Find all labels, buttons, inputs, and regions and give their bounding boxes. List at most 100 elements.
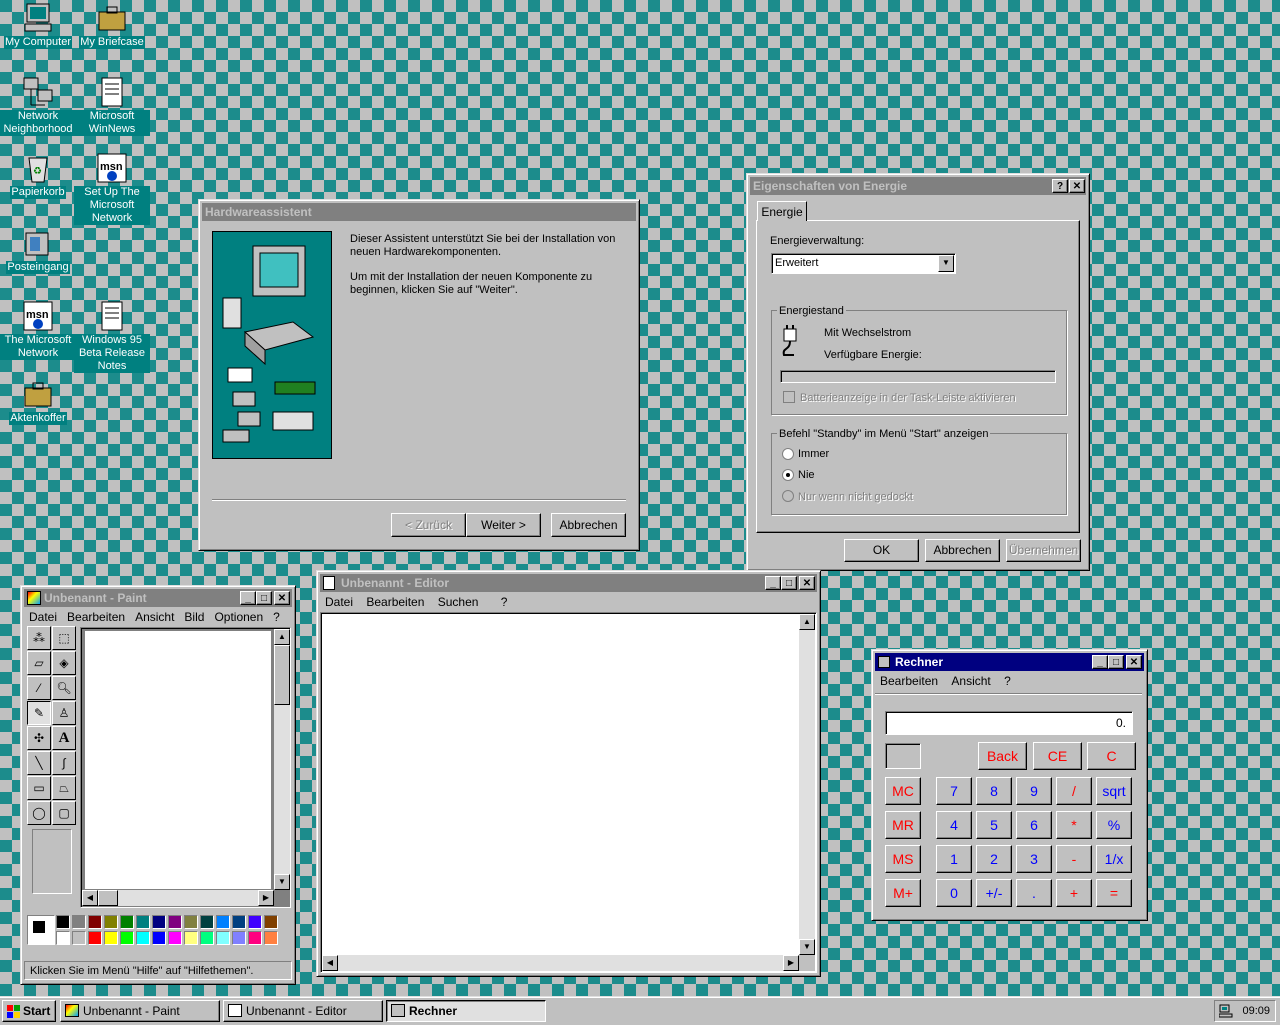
horizontal-scrollbar[interactable]: ◀ ▶ <box>82 890 274 906</box>
magnifier-tool[interactable]: 🔍︎ <box>52 676 76 700</box>
desktop-icon-my-briefcase[interactable]: My Briefcase <box>74 2 150 49</box>
menu-help[interactable]: ? <box>1004 674 1011 688</box>
menu-bearbeiten[interactable]: Bearbeiten <box>880 674 938 688</box>
polygon-tool[interactable]: ⏢ <box>52 776 76 800</box>
eraser-tool[interactable]: ▱ <box>27 651 51 675</box>
tool-options-box[interactable] <box>32 829 72 894</box>
palette-swatch[interactable] <box>216 915 230 929</box>
palette-swatch[interactable] <box>136 931 150 945</box>
zero-button[interactable]: 0 <box>936 879 972 907</box>
pencil-tool[interactable]: ✎ <box>27 701 51 725</box>
nine-button[interactable]: 9 <box>1016 777 1052 805</box>
decimal-button[interactable]: . <box>1016 879 1052 907</box>
rect-select-tool[interactable]: ⬚ <box>52 626 76 650</box>
menu-optionen[interactable]: Optionen <box>214 610 263 624</box>
taskbar-item-editor[interactable]: Unbenannt - Editor <box>223 1000 383 1022</box>
scroll-left-button[interactable]: ◀ <box>82 890 98 906</box>
one-button[interactable]: 1 <box>936 845 972 873</box>
taskbar-item-calculator[interactable]: Rechner <box>386 1000 546 1022</box>
scroll-up-button[interactable]: ▲ <box>274 629 290 645</box>
desktop-icon-my-computer[interactable]: My Computer <box>0 2 76 49</box>
desktop-icon-microsoft-winnews[interactable]: Microsoft WinNews <box>74 76 150 136</box>
vertical-scrollbar[interactable]: ▲ ▼ <box>799 614 815 955</box>
drawing-canvas[interactable] <box>85 631 271 889</box>
window-title[interactable]: Unbenannt - Paint _ □ ✕ <box>24 589 292 607</box>
back-button[interactable]: < Zurück <box>391 513 466 537</box>
current-colors[interactable] <box>27 915 55 945</box>
percent-button[interactable]: % <box>1096 811 1132 839</box>
help-button[interactable]: ? <box>1052 179 1068 193</box>
scroll-right-button[interactable]: ▶ <box>258 890 274 906</box>
maximize-button[interactable]: □ <box>1108 655 1124 669</box>
add-button[interactable]: + <box>1056 879 1092 907</box>
reciprocal-button[interactable]: 1/x <box>1096 845 1132 873</box>
scroll-left-button[interactable]: ◀ <box>322 955 338 971</box>
desktop-icon-setup-msn[interactable]: msn Set Up The Microsoft Network <box>74 152 150 225</box>
menu-datei[interactable]: Datei <box>325 595 353 609</box>
sign-button[interactable]: +/- <box>976 879 1012 907</box>
radio-never[interactable] <box>782 469 794 481</box>
brush-tool[interactable]: ♙ <box>52 701 76 725</box>
start-button[interactable]: Start <box>2 1000 56 1022</box>
curve-tool[interactable]: ∫ <box>52 751 76 775</box>
eight-button[interactable]: 8 <box>976 777 1012 805</box>
palette-swatch[interactable] <box>72 931 86 945</box>
menu-bearbeiten[interactable]: Bearbeiten <box>67 610 125 624</box>
minimize-button[interactable]: _ <box>1092 655 1108 669</box>
window-title[interactable]: Rechner _ □ ✕ <box>875 653 1144 671</box>
menu-help[interactable]: ? <box>501 595 508 609</box>
palette-swatch[interactable] <box>104 931 118 945</box>
next-button[interactable]: Weiter > <box>466 513 541 537</box>
window-title[interactable]: Unbenannt - Editor _ □ ✕ <box>320 574 817 592</box>
palette-swatch[interactable] <box>120 915 134 929</box>
close-button[interactable]: ✕ <box>1069 179 1085 193</box>
rounded-rect-tool[interactable]: ▢ <box>52 801 76 825</box>
palette-swatch[interactable] <box>88 915 102 929</box>
memory-add-button[interactable]: M+ <box>885 879 921 907</box>
seven-button[interactable]: 7 <box>936 777 972 805</box>
sqrt-button[interactable]: sqrt <box>1096 777 1132 805</box>
memory-recall-button[interactable]: MR <box>885 811 921 839</box>
three-button[interactable]: 3 <box>1016 845 1052 873</box>
desktop-icon-papierkorb[interactable]: ♻ Papierkorb <box>0 152 76 199</box>
multiply-button[interactable]: * <box>1056 811 1092 839</box>
palette-swatch[interactable] <box>264 915 278 929</box>
palette-swatch[interactable] <box>152 915 166 929</box>
taskbar-item-paint[interactable]: Unbenannt - Paint <box>60 1000 220 1022</box>
minimize-button[interactable]: _ <box>240 591 256 605</box>
palette-swatch[interactable] <box>248 931 262 945</box>
menu-bild[interactable]: Bild <box>184 610 204 624</box>
six-button[interactable]: 6 <box>1016 811 1052 839</box>
text-tool[interactable]: A <box>52 726 76 750</box>
desktop-icon-aktenkoffer[interactable]: Aktenkoffer <box>0 378 76 425</box>
radio-always[interactable] <box>782 448 794 460</box>
radio-undocked[interactable] <box>782 490 794 502</box>
fill-tool[interactable]: ◈ <box>52 651 76 675</box>
palette-swatch[interactable] <box>104 915 118 929</box>
chevron-down-icon[interactable]: ▼ <box>938 255 954 272</box>
palette-swatch[interactable] <box>184 931 198 945</box>
network-tray-icon[interactable] <box>1218 1004 1233 1018</box>
clear-button[interactable]: C <box>1087 742 1136 770</box>
color-picker-tool[interactable]: ⁄ <box>27 676 51 700</box>
menu-help[interactable]: ? <box>273 610 280 624</box>
close-button[interactable]: ✕ <box>799 576 815 590</box>
maximize-button[interactable]: □ <box>256 591 272 605</box>
menu-suchen[interactable]: Suchen <box>438 595 479 609</box>
five-button[interactable]: 5 <box>976 811 1012 839</box>
apply-button[interactable]: Übernehmen <box>1006 539 1081 562</box>
subtract-button[interactable]: - <box>1056 845 1092 873</box>
palette-swatch[interactable] <box>264 931 278 945</box>
palette-swatch[interactable] <box>232 931 246 945</box>
memory-clear-button[interactable]: MC <box>885 777 921 805</box>
memory-store-button[interactable]: MS <box>885 845 921 873</box>
scroll-right-button[interactable]: ▶ <box>783 955 799 971</box>
clear-entry-button[interactable]: CE <box>1033 742 1082 770</box>
palette-swatch[interactable] <box>232 915 246 929</box>
minimize-button[interactable]: _ <box>765 576 781 590</box>
tab-energie[interactable]: Energie <box>757 201 807 221</box>
text-area[interactable]: ▲ ▼ ◀ ▶ <box>320 612 817 973</box>
palette-swatch[interactable] <box>136 915 150 929</box>
scroll-up-button[interactable]: ▲ <box>799 614 815 630</box>
ellipse-tool[interactable]: ◯ <box>27 801 51 825</box>
